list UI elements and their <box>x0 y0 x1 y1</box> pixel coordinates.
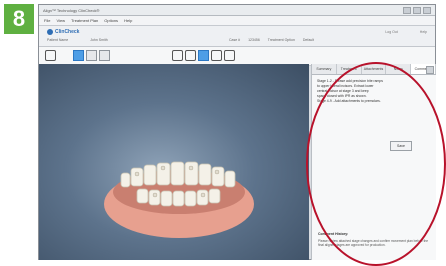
superimpose-icon[interactable] <box>224 50 235 61</box>
app-header: ClinCheck Patient Name John Smith Case #… <box>39 26 435 47</box>
grid-icon[interactable] <box>211 50 222 61</box>
patient-name: John Smith <box>90 38 108 42</box>
side-panel: Summary Treatment Attachments Notes Comm… <box>311 64 436 260</box>
patient-label: Patient Name <box>47 38 69 42</box>
window-controls <box>403 6 431 14</box>
menu-bar: File View Treatment Plan Options Help <box>39 16 435 26</box>
lower-arch-view-icon[interactable] <box>99 50 110 61</box>
case-label: Case # <box>229 38 241 42</box>
brand-name: ClinCheck <box>55 29 80 35</box>
front-view-icon[interactable] <box>172 50 183 61</box>
3d-model-viewport[interactable] <box>39 64 309 260</box>
menu-options[interactable]: Options <box>104 18 118 23</box>
brand-logo: ClinCheck <box>47 29 79 35</box>
window-title: Align™ Technology ClinCheck® <box>43 7 100 13</box>
home-icon[interactable] <box>45 50 56 61</box>
history-label: Comment History: <box>318 232 349 236</box>
tab-notes[interactable]: Notes <box>386 64 412 74</box>
treatment-value[interactable]: Default <box>303 38 314 42</box>
history-text: Please review attached stage changes and… <box>318 239 429 248</box>
step-badge: 8 <box>4 4 34 34</box>
upper-arch-view-icon[interactable] <box>73 50 84 61</box>
minimize-button[interactable] <box>403 6 411 14</box>
comment-textarea[interactable]: Stage 1-2 - Please add precision bite ra… <box>317 79 431 104</box>
menu-help[interactable]: Help <box>124 18 132 23</box>
side-view-icon[interactable] <box>185 50 196 61</box>
maximize-button[interactable] <box>413 6 421 14</box>
menu-treatment-plan[interactable]: Treatment Plan <box>71 18 98 23</box>
patient-info: Patient Name John Smith <box>47 38 108 42</box>
dental-model-icon <box>104 161 254 238</box>
tab-treatment[interactable]: Treatment <box>336 64 362 74</box>
title-bar: Align™ Technology ClinCheck® <box>39 5 435 16</box>
comment-line: Stage 4-9 - Add attachments to premolars… <box>317 99 381 103</box>
occlusal-view-icon[interactable] <box>198 50 209 61</box>
panel-scroll-button[interactable] <box>426 66 434 74</box>
case-info: Case # 123456 Treatment Option Default <box>229 38 314 42</box>
save-comment-button[interactable]: Save <box>390 141 412 151</box>
header-links: Log Out Help <box>385 30 427 34</box>
case-value: 123456 <box>248 38 260 42</box>
logout-link[interactable]: Log Out <box>385 30 397 34</box>
both-arches-view-icon[interactable] <box>86 50 97 61</box>
treatment-label: Treatment Option <box>267 38 295 42</box>
close-button[interactable] <box>423 6 431 14</box>
brand-mark-icon <box>47 29 53 35</box>
help-link[interactable]: Help <box>420 30 427 34</box>
menu-file[interactable]: File <box>44 18 50 23</box>
menu-view[interactable]: View <box>56 18 65 23</box>
clincheck-window: Align™ Technology ClinCheck® File View T… <box>38 4 436 260</box>
tab-summary[interactable]: Summary <box>312 64 337 74</box>
tab-attachments[interactable]: Attachments <box>361 64 387 74</box>
panel-tabs: Summary Treatment Attachments Notes Comm… <box>312 64 436 75</box>
